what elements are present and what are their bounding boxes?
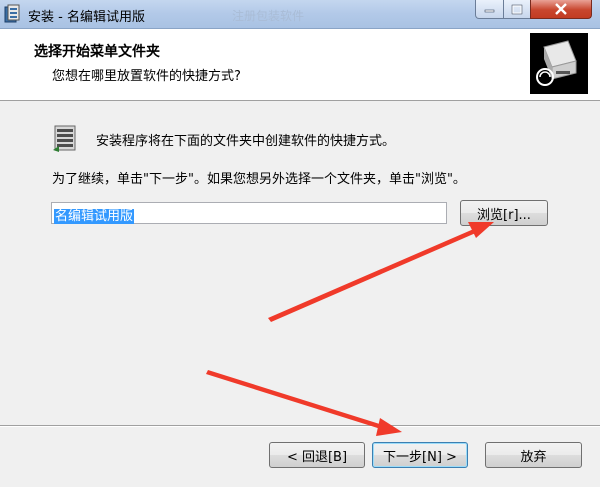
next-button[interactable]: 下一步[N] > (372, 442, 468, 468)
shortcut-info-text: 安装程序将在下面的文件夹中创建软件的快捷方式。 (96, 134, 396, 149)
wizard-header: 选择开始菜单文件夹 您想在哪里放置软件的快捷方式? (0, 29, 600, 101)
minimize-button[interactable] (475, 0, 504, 19)
page-subtitle: 您想在哪里放置软件的快捷方式? (52, 69, 241, 84)
window-title: 安装 - 名编辑试用版 (28, 10, 145, 25)
program-group-icon (53, 125, 76, 152)
footer-divider (0, 425, 600, 427)
page-title: 选择开始菜单文件夹 (34, 44, 160, 60)
cancel-button[interactable]: 放弃 (485, 442, 582, 468)
continue-instruction-text: 为了继续，单击"下一步"。如果您想另外选择一个文件夹，单击"浏览"。 (52, 172, 466, 187)
maximize-icon (511, 4, 523, 14)
back-button[interactable]: < 回退[B] (269, 442, 365, 468)
installer-computer-icon (530, 33, 588, 94)
minimize-icon (484, 9, 494, 13)
maximize-button[interactable] (503, 0, 531, 19)
background-window-title: 注册包装软件 (232, 9, 305, 23)
close-button[interactable] (530, 0, 592, 19)
browse-button[interactable]: 浏览[r]... (460, 200, 548, 226)
installer-app-icon (4, 4, 20, 23)
title-bar: 安装 - 名编辑试用版 注册包装软件 (0, 0, 600, 29)
arrow-to-browse-button (268, 222, 494, 322)
folder-name-value: 名编辑试用版 (54, 209, 135, 224)
close-icon (555, 3, 567, 15)
start-menu-folder-input[interactable]: 名编辑试用版 (51, 202, 447, 224)
